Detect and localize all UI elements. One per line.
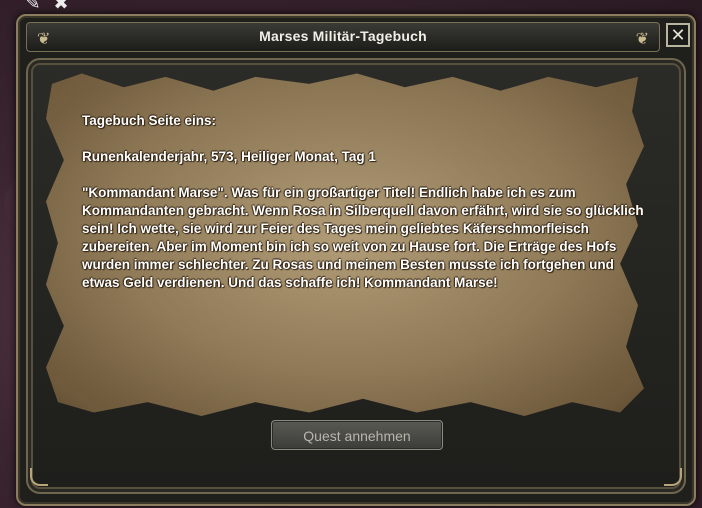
- title-bar: ❦ Marses Militär-Tagebuch ❦: [26, 22, 660, 52]
- diary-date: Runenkalenderjahr, 573, Heiliger Monat, …: [82, 149, 376, 164]
- edit-icon[interactable]: ✎: [22, 0, 44, 14]
- window-title: Marses Militär-Tagebuch: [259, 28, 427, 44]
- close-icon[interactable]: ✖: [50, 0, 72, 14]
- diary-body: "Kommandant Marse". Was für ein großarti…: [82, 185, 644, 290]
- frame-corner-ornament: [664, 468, 682, 486]
- accept-quest-button[interactable]: Quest annehmen: [271, 420, 443, 450]
- frame-corner-ornament: [30, 468, 48, 486]
- top-toolbar: ✎ ✖: [22, 0, 72, 14]
- diary-heading: Tagebuch Seite eins:: [82, 113, 217, 128]
- window-close-button[interactable]: ✕: [666, 23, 690, 47]
- ornament-right-icon: ❦: [635, 29, 649, 48]
